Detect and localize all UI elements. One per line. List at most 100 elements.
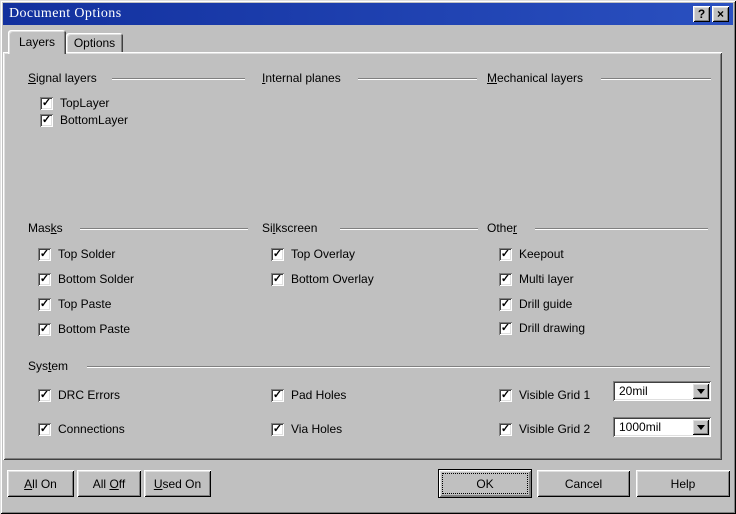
checkbox-label: Visible Grid 2 xyxy=(519,422,590,436)
tab-layers[interactable]: Layers xyxy=(8,30,66,54)
label-text: s xyxy=(57,221,63,235)
checkbox-box: ✓ xyxy=(499,248,512,261)
chevron-down-icon xyxy=(697,425,705,430)
checkbox-bottom-solder[interactable]: ✓ Bottom Solder xyxy=(38,272,134,286)
label-text: ff xyxy=(119,477,125,491)
checkbox-box: ✓ xyxy=(271,248,284,261)
checkbox-label: TopLayer xyxy=(60,96,109,110)
checkbox-multi-layer[interactable]: ✓ Multi layer xyxy=(499,272,574,286)
check-icon: ✓ xyxy=(40,389,49,402)
close-button[interactable]: × xyxy=(712,6,729,22)
checkbox-label: DRC Errors xyxy=(58,388,120,402)
label-text: nternal planes xyxy=(265,71,340,85)
checkbox-visible-grid-1[interactable]: ✓ Visible Grid 1 xyxy=(499,388,590,402)
checkbox-label: Via Holes xyxy=(291,422,342,436)
section-divider xyxy=(340,228,478,230)
cancel-button[interactable]: Cancel xyxy=(537,470,630,497)
check-icon: ✓ xyxy=(40,248,49,261)
checkbox-label: Top Overlay xyxy=(291,247,355,261)
checkbox-via-holes[interactable]: ✓ Via Holes xyxy=(271,422,342,436)
help-dialog-button[interactable]: Help xyxy=(636,470,730,497)
section-divider xyxy=(601,78,711,80)
check-icon: ✓ xyxy=(40,323,49,336)
section-divider xyxy=(80,228,248,230)
help-icon: ? xyxy=(698,8,705,20)
check-icon: ✓ xyxy=(40,298,49,311)
checkbox-drill-guide[interactable]: ✓ Drill guide xyxy=(499,297,572,311)
checkbox-box: ✓ xyxy=(38,323,51,336)
check-icon: ✓ xyxy=(501,298,510,311)
section-title-signal-layers: Signal layers xyxy=(28,71,97,85)
section-title-mechanical-layers: Mechanical layers xyxy=(487,71,583,85)
label-text: r xyxy=(513,221,517,235)
checkbox-pad-holes[interactable]: ✓ Pad Holes xyxy=(271,388,346,402)
section-divider xyxy=(112,78,245,80)
check-icon: ✓ xyxy=(42,114,51,127)
checkbox-bottomlayer[interactable]: ✓ BottomLayer xyxy=(40,113,128,127)
checkbox-toplayer[interactable]: ✓ TopLayer xyxy=(40,96,109,110)
tab-label: Options xyxy=(74,36,115,50)
label-text: S xyxy=(28,71,36,85)
check-icon: ✓ xyxy=(273,423,282,436)
section-divider xyxy=(358,78,477,80)
label-text: ll On xyxy=(32,477,57,491)
checkbox-keepout[interactable]: ✓ Keepout xyxy=(499,247,564,261)
checkbox-connections[interactable]: ✓ Connections xyxy=(38,422,125,436)
checkbox-box: ✓ xyxy=(38,389,51,402)
checkbox-label: Drill drawing xyxy=(519,321,585,335)
checkbox-top-solder[interactable]: ✓ Top Solder xyxy=(38,247,115,261)
help-button[interactable]: ? xyxy=(693,6,710,22)
checkbox-label: Bottom Solder xyxy=(58,272,134,286)
all-off-button[interactable]: All Off xyxy=(77,470,141,497)
checkbox-label: Visible Grid 1 xyxy=(519,388,590,402)
grid2-value: 1000mil xyxy=(615,420,692,434)
checkbox-visible-grid-2[interactable]: ✓ Visible Grid 2 xyxy=(499,422,590,436)
checkbox-label: Pad Holes xyxy=(291,388,346,402)
check-icon: ✓ xyxy=(501,423,510,436)
checkbox-box: ✓ xyxy=(271,389,284,402)
label-text: Othe xyxy=(487,221,513,235)
label-text: Mas xyxy=(28,221,51,235)
label-text: O xyxy=(109,477,118,491)
checkbox-label: Bottom Paste xyxy=(58,322,130,336)
checkbox-label: Keepout xyxy=(519,247,564,261)
checkbox-box: ✓ xyxy=(40,114,53,127)
check-icon: ✓ xyxy=(501,248,510,261)
document-options-dialog: Document Options ? × Layers Options Sign… xyxy=(0,0,736,514)
titlebar[interactable]: Document Options xyxy=(3,3,733,25)
check-icon: ✓ xyxy=(501,389,510,402)
label-text: All xyxy=(93,477,110,491)
label-text: Cancel xyxy=(565,477,602,491)
check-icon: ✓ xyxy=(273,273,282,286)
check-icon: ✓ xyxy=(273,248,282,261)
label-text: sed On xyxy=(162,477,201,491)
ok-button[interactable]: OK xyxy=(438,469,532,498)
checkbox-bottom-paste[interactable]: ✓ Bottom Paste xyxy=(38,322,130,336)
checkbox-drc-errors[interactable]: ✓ DRC Errors xyxy=(38,388,120,402)
checkbox-top-paste[interactable]: ✓ Top Paste xyxy=(38,297,111,311)
grid2-dropdown[interactable]: 1000mil xyxy=(613,417,711,437)
label-text: em xyxy=(51,359,68,373)
check-icon: ✓ xyxy=(40,423,49,436)
section-title-other: Other xyxy=(487,221,517,235)
grid1-dropdown[interactable]: 20mil xyxy=(613,381,711,401)
used-on-button[interactable]: Used On xyxy=(144,470,211,497)
checkbox-box: ✓ xyxy=(38,423,51,436)
dropdown-button[interactable] xyxy=(692,419,709,435)
checkbox-bottom-overlay[interactable]: ✓ Bottom Overlay xyxy=(271,272,374,286)
label-text: U xyxy=(154,477,163,491)
dropdown-button[interactable] xyxy=(692,383,709,399)
checkbox-label: BottomLayer xyxy=(60,113,128,127)
section-divider xyxy=(535,228,708,230)
tab-options[interactable]: Options xyxy=(66,33,123,52)
checkbox-box: ✓ xyxy=(499,322,512,335)
all-on-button[interactable]: All On xyxy=(7,470,74,497)
checkbox-drill-drawing[interactable]: ✓ Drill drawing xyxy=(499,321,585,335)
label-text: A xyxy=(24,477,32,491)
label-text: Si xyxy=(262,221,273,235)
section-divider xyxy=(87,366,710,368)
checkbox-box: ✓ xyxy=(38,248,51,261)
checkbox-box: ✓ xyxy=(271,423,284,436)
checkbox-top-overlay[interactable]: ✓ Top Overlay xyxy=(271,247,355,261)
checkbox-label: Connections xyxy=(58,422,125,436)
